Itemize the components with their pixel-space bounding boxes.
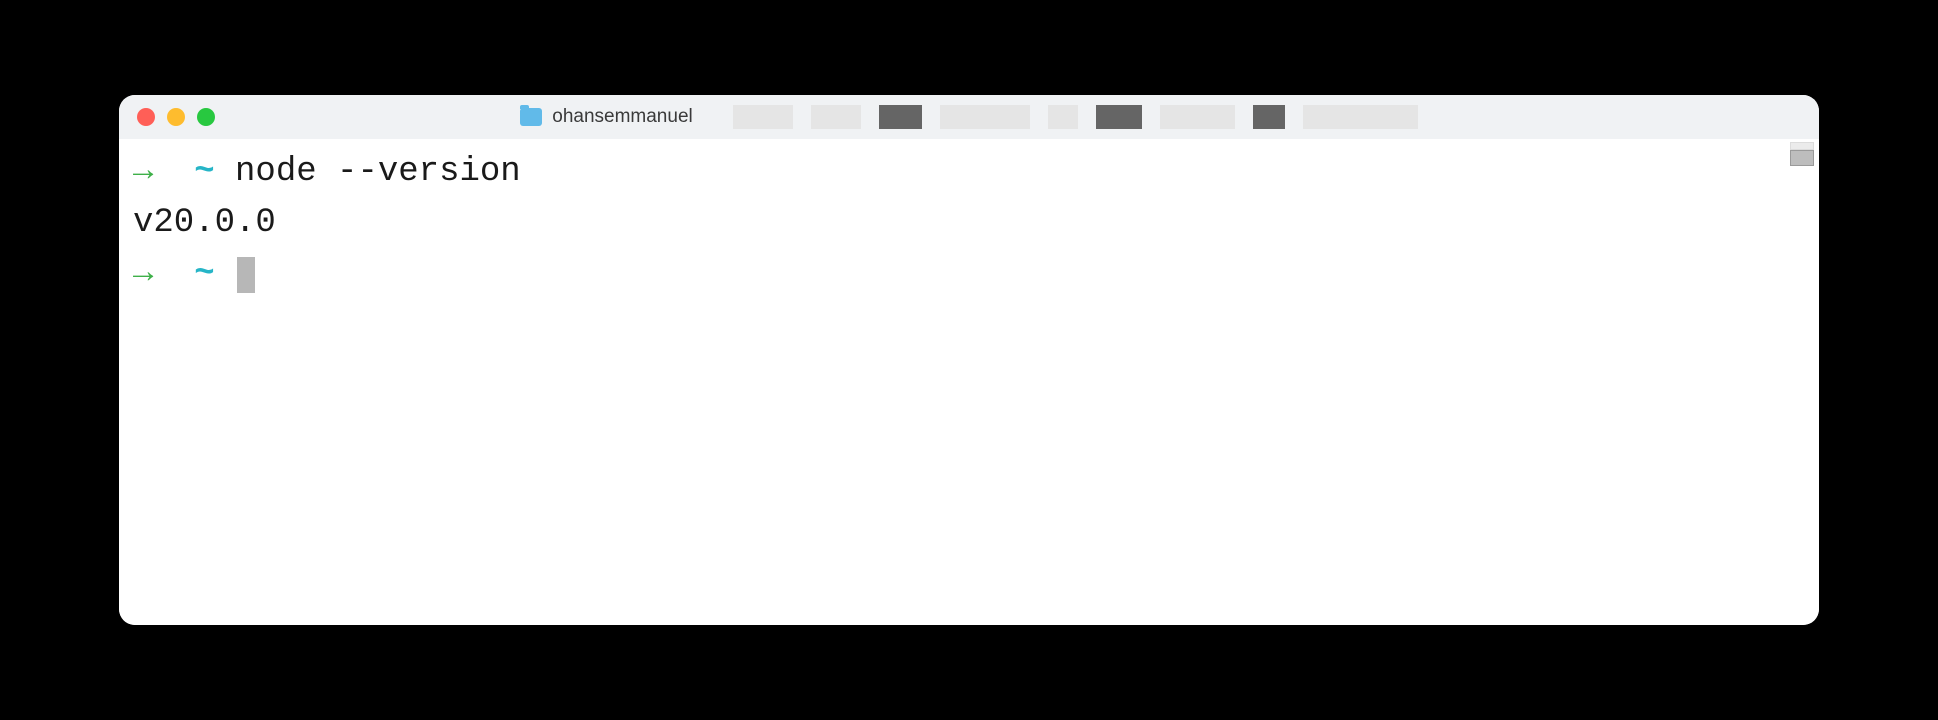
minimize-button[interactable] bbox=[167, 108, 185, 126]
terminal-body[interactable]: → ~ node --version v20.0.0 → ~ bbox=[119, 139, 1819, 625]
title-redacted-segments bbox=[733, 105, 1418, 129]
terminal-prompt-line: → ~ bbox=[133, 249, 1805, 300]
redacted-segment bbox=[733, 105, 793, 129]
redacted-segment bbox=[879, 105, 922, 129]
maximize-button[interactable] bbox=[197, 108, 215, 126]
folder-icon bbox=[520, 108, 542, 126]
output-text: v20.0.0 bbox=[133, 198, 276, 249]
terminal-output-line: v20.0.0 bbox=[133, 198, 1805, 249]
scrollbar-icon[interactable] bbox=[1790, 142, 1816, 168]
prompt-arrow-icon: → bbox=[133, 249, 153, 300]
window-title: ohansemmanuel bbox=[552, 106, 692, 128]
titlebar[interactable]: ohansemmanuel bbox=[119, 95, 1819, 139]
prompt-tilde: ~ bbox=[194, 147, 214, 198]
command-text: node --version bbox=[235, 147, 521, 198]
redacted-segment bbox=[811, 105, 861, 129]
terminal-window: ohansemmanuel → ~ node --version v20.0.0 bbox=[119, 95, 1819, 625]
prompt-tilde: ~ bbox=[194, 249, 214, 300]
title-center: ohansemmanuel bbox=[119, 95, 1819, 139]
traffic-lights bbox=[137, 108, 215, 126]
cursor bbox=[237, 257, 255, 293]
close-button[interactable] bbox=[137, 108, 155, 126]
prompt-arrow-icon: → bbox=[133, 147, 153, 198]
redacted-segment bbox=[1048, 105, 1078, 129]
terminal-line: → ~ node --version bbox=[133, 147, 1805, 198]
redacted-segment bbox=[1253, 105, 1285, 129]
redacted-segment bbox=[1160, 105, 1235, 129]
redacted-segment bbox=[1303, 105, 1418, 129]
redacted-segment bbox=[1096, 105, 1142, 129]
redacted-segment bbox=[940, 105, 1030, 129]
